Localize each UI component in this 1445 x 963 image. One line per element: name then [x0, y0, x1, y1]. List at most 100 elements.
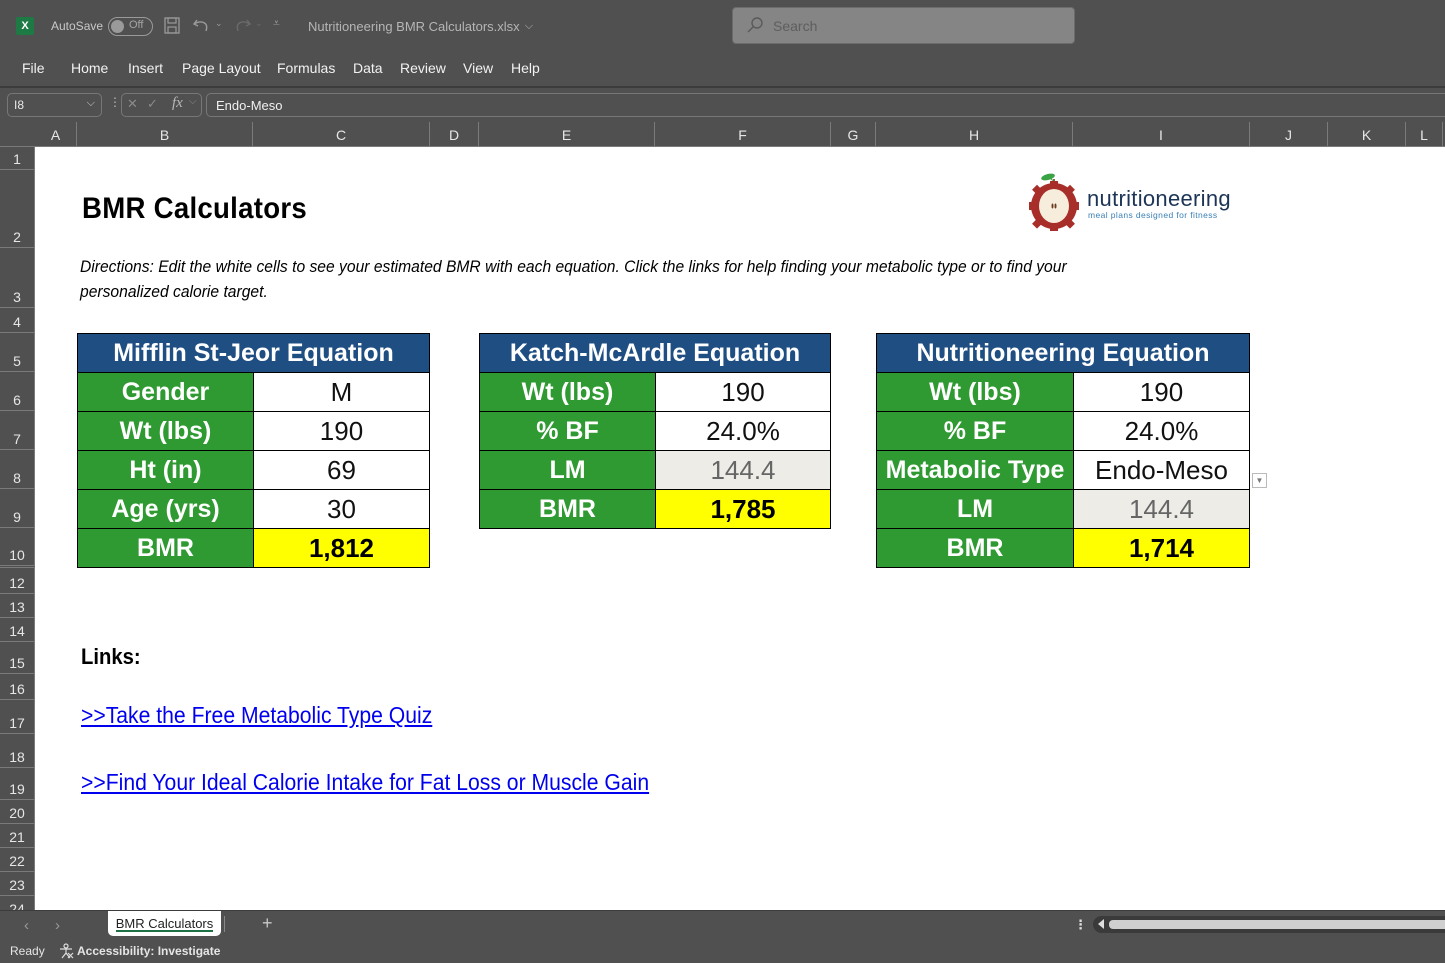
row-header[interactable]: 15 [0, 642, 35, 674]
cancel-icon[interactable]: ✕ [127, 96, 138, 112]
enter-icon[interactable]: ✓ [147, 96, 158, 112]
row-header[interactable]: 1 [0, 147, 35, 170]
row-header[interactable]: 24 [0, 896, 35, 910]
nutri-metabolic-type-label[interactable]: Metabolic Type [876, 450, 1074, 490]
row-header[interactable]: 2 [0, 170, 35, 248]
row-header[interactable]: 17 [0, 700, 35, 734]
column-header-a[interactable]: A [35, 122, 77, 147]
nutri-header[interactable]: Nutritioneering Equation [876, 333, 1250, 373]
sheet-tab-bmr-calculators[interactable]: BMR Calculators [108, 911, 221, 936]
katch-lm-value[interactable]: 144.4 [655, 450, 831, 490]
mifflin-bmr-label[interactable]: BMR [77, 528, 254, 568]
row-header[interactable]: 21 [0, 824, 35, 848]
katch-bmr-result[interactable]: 1,785 [655, 489, 831, 529]
nutri-bodyfat-label[interactable]: % BF [876, 411, 1074, 451]
undo-icon[interactable] [193, 17, 211, 33]
horizontal-scrollbar[interactable] [1093, 916, 1445, 933]
column-header-j[interactable]: J [1250, 122, 1328, 147]
menu-insert[interactable]: Insert [128, 60, 163, 76]
customize-toolbar-icon[interactable]: ⩡ [273, 16, 280, 31]
mifflin-gender-input[interactable]: M [253, 372, 430, 412]
menu-page-layout[interactable]: Page Layout [182, 60, 261, 76]
row-header[interactable]: 10 [0, 528, 35, 568]
mifflin-age-label[interactable]: Age (yrs) [77, 489, 254, 529]
column-header-i[interactable]: I [1073, 122, 1250, 147]
row-header[interactable]: 9 [0, 489, 35, 528]
menu-home[interactable]: Home [71, 60, 108, 76]
next-sheet-icon[interactable]: › [55, 917, 60, 934]
nutri-bmr-label[interactable]: BMR [876, 528, 1074, 568]
column-header-k[interactable]: K [1328, 122, 1406, 147]
mifflin-gender-label[interactable]: Gender [77, 372, 254, 412]
nutri-metabolic-type-select[interactable]: Endo-Meso [1073, 450, 1250, 490]
menu-data[interactable]: Data [353, 60, 383, 76]
insert-function-icon[interactable]: fx [172, 95, 183, 112]
worksheet-grid[interactable]: BMR Calculators nutritioneering meal pla… [35, 147, 1445, 910]
row-header[interactable]: 7 [0, 411, 35, 450]
search-input[interactable]: Search [732, 7, 1075, 44]
metabolic-type-dropdown-button[interactable]: ▼ [1252, 473, 1267, 488]
mifflin-height-input[interactable]: 69 [253, 450, 430, 490]
menu-review[interactable]: Review [400, 60, 446, 76]
chevron-down-icon[interactable]: ⌵ [189, 96, 197, 107]
column-header-c[interactable]: C [253, 122, 430, 147]
mifflin-weight-label[interactable]: Wt (lbs) [77, 411, 254, 451]
katch-bodyfat-label[interactable]: % BF [479, 411, 656, 451]
katch-lm-label[interactable]: LM [479, 450, 656, 490]
katch-header[interactable]: Katch-McArdle Equation [479, 333, 831, 373]
mifflin-header[interactable]: Mifflin St-Jeor Equation [77, 333, 430, 373]
row-header[interactable]: 14 [0, 618, 35, 642]
nutri-lm-value[interactable]: 144.4 [1073, 489, 1250, 529]
row-header[interactable]: 23 [0, 872, 35, 896]
metabolic-quiz-link[interactable]: >>Take the Free Metabolic Type Quiz [81, 702, 432, 729]
name-box[interactable]: I8 ⌵ [7, 93, 102, 117]
menu-formulas[interactable]: Formulas [277, 60, 335, 76]
katch-bodyfat-input[interactable]: 24.0% [655, 411, 831, 451]
column-header-g[interactable]: G [831, 122, 876, 147]
row-header[interactable]: 5 [0, 333, 35, 372]
mifflin-age-input[interactable]: 30 [253, 489, 430, 529]
more-options-icon[interactable]: ⋮ [109, 95, 121, 109]
nutri-weight-input[interactable]: 190 [1073, 372, 1250, 412]
undo-dropdown-icon[interactable]: ⌄ [215, 18, 223, 29]
scroll-left-icon[interactable] [1098, 919, 1104, 929]
add-sheet-button[interactable]: + [262, 913, 273, 934]
menu-help[interactable]: Help [511, 60, 540, 76]
redo-icon[interactable] [233, 17, 251, 33]
nutri-weight-label[interactable]: Wt (lbs) [876, 372, 1074, 412]
nutri-lm-label[interactable]: LM [876, 489, 1074, 529]
menu-file[interactable]: File [22, 60, 45, 76]
nutri-bmr-result[interactable]: 1,714 [1073, 528, 1250, 568]
accessibility-status[interactable]: Accessibility: Investigate [77, 944, 220, 958]
chevron-down-icon[interactable]: ⌵ [87, 97, 95, 110]
scrollbar-thumb[interactable] [1109, 920, 1445, 929]
nutri-bodyfat-input[interactable]: 24.0% [1073, 411, 1250, 451]
row-header[interactable]: 3 [0, 248, 35, 308]
column-header-d[interactable]: D [430, 122, 479, 147]
file-name[interactable]: Nutritioneering BMR Calculators.xlsx ⌵ [308, 0, 533, 52]
row-header[interactable]: 12 [0, 568, 35, 594]
katch-bmr-label[interactable]: BMR [479, 489, 656, 529]
prev-sheet-icon[interactable]: ‹ [24, 917, 29, 934]
formula-input[interactable]: Endo-Meso [206, 93, 1445, 117]
calorie-intake-link[interactable]: >>Find Your Ideal Calorie Intake for Fat… [81, 769, 649, 796]
row-header[interactable]: 8 [0, 450, 35, 489]
mifflin-height-label[interactable]: Ht (in) [77, 450, 254, 490]
row-header[interactable]: 13 [0, 594, 35, 618]
katch-weight-label[interactable]: Wt (lbs) [479, 372, 656, 412]
row-header[interactable]: 6 [0, 372, 35, 411]
save-icon[interactable] [164, 17, 180, 34]
redo-dropdown-icon[interactable]: ⌄ [255, 18, 263, 29]
column-header-f[interactable]: F [655, 122, 831, 147]
row-header[interactable]: 4 [0, 308, 35, 333]
mifflin-bmr-result[interactable]: 1,812 [253, 528, 430, 568]
autosave-toggle[interactable]: Off [108, 17, 153, 36]
row-header[interactable]: 20 [0, 800, 35, 824]
column-header-e[interactable]: E [479, 122, 655, 147]
column-header-l[interactable]: L [1406, 122, 1443, 147]
katch-weight-input[interactable]: 190 [655, 372, 831, 412]
row-header[interactable]: 16 [0, 674, 35, 700]
column-header-b[interactable]: B [77, 122, 253, 147]
menu-view[interactable]: View [463, 60, 493, 76]
row-header[interactable]: 19 [0, 768, 35, 800]
